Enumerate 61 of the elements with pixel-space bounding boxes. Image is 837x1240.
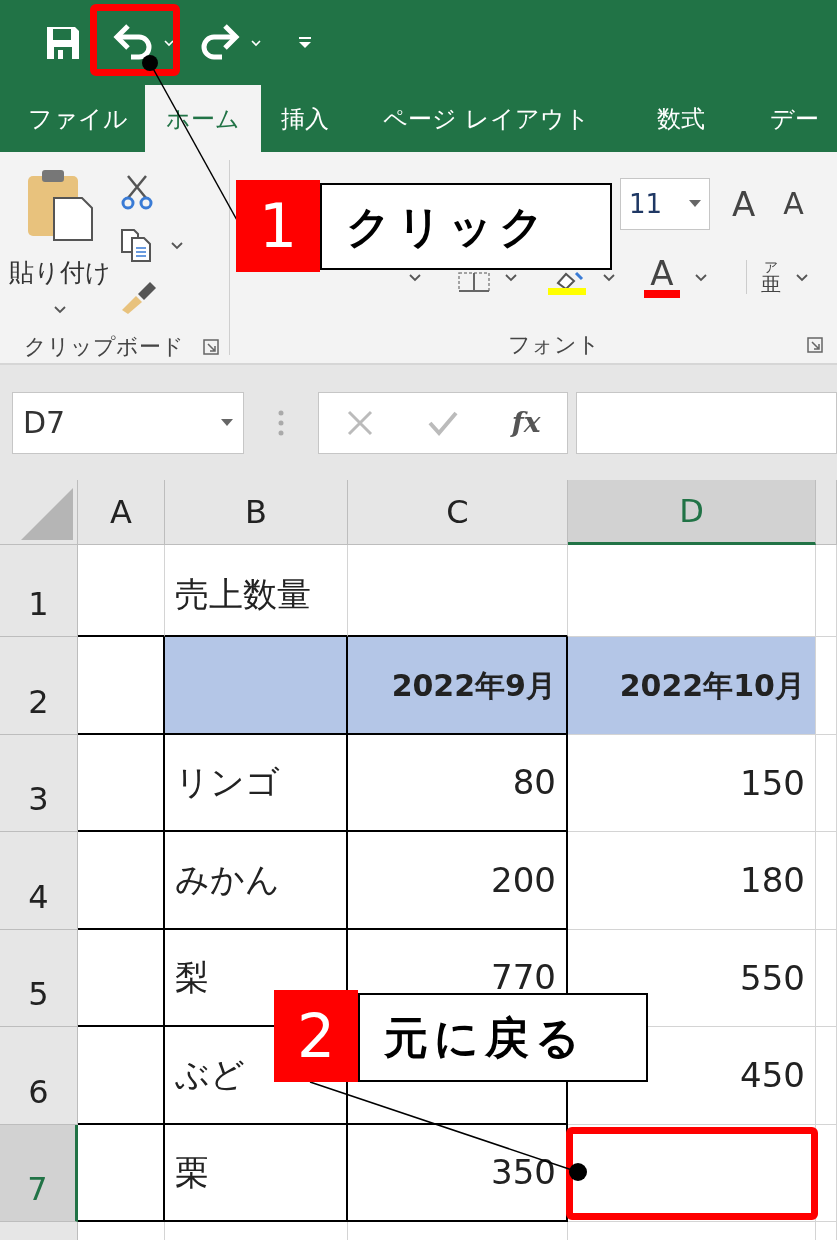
- table-cell: みかん: [165, 832, 348, 930]
- column-header[interactable]: D: [568, 480, 816, 545]
- caret-icon[interactable]: [163, 37, 175, 48]
- caret-icon[interactable]: [694, 272, 708, 282]
- ribbon-tab[interactable]: ファイル: [0, 85, 145, 152]
- ribbon-tab[interactable]: 数式: [623, 85, 738, 152]
- grip-icon: [278, 409, 284, 436]
- dialog-launcher-icon[interactable]: [807, 336, 823, 353]
- caret-icon[interactable]: [689, 200, 701, 208]
- save-icon[interactable]: [45, 24, 81, 61]
- ribbon-tab[interactable]: 挿入: [261, 85, 349, 152]
- scissors-icon[interactable]: [120, 174, 154, 210]
- step-badge: 1: [236, 180, 320, 272]
- table-cell: 2022年10月: [568, 637, 816, 735]
- table-cell: 80: [348, 735, 568, 832]
- group-label: フォント: [508, 331, 600, 359]
- row-header[interactable]: 4: [0, 832, 78, 930]
- caret-icon[interactable]: [221, 418, 233, 427]
- row-header[interactable]: 1: [0, 545, 78, 637]
- borders-icon[interactable]: [458, 272, 490, 292]
- highlight-icon[interactable]: [548, 271, 588, 295]
- row-header[interactable]: 7: [0, 1125, 78, 1222]
- caret-icon[interactable]: [602, 272, 616, 282]
- font-size-field[interactable]: 11: [620, 178, 710, 230]
- column-header[interactable]: C: [348, 480, 568, 545]
- column-header[interactable]: A: [78, 480, 165, 545]
- font-color-button[interactable]: A: [644, 256, 680, 298]
- formula-field[interactable]: [576, 391, 837, 454]
- ribbon-tab[interactable]: ページ レイアウト: [349, 85, 624, 152]
- name-box[interactable]: D7: [12, 391, 244, 454]
- caret-icon[interactable]: [53, 303, 67, 314]
- callout-label: 元に戻る: [358, 993, 648, 1082]
- row-header[interactable]: 6: [0, 1027, 78, 1125]
- font-shrink-button[interactable]: A: [779, 189, 816, 219]
- row-header[interactable]: 2: [0, 637, 78, 735]
- table-cell: 2022年9月: [348, 637, 568, 735]
- caret-icon[interactable]: [250, 37, 262, 48]
- font-grow-button[interactable]: A: [720, 187, 770, 221]
- caret-icon[interactable]: [795, 272, 809, 282]
- phonetic-button[interactable]: ア 亜: [746, 260, 781, 294]
- row-header[interactable]: 3: [0, 735, 78, 832]
- customize-icon[interactable]: [298, 35, 312, 50]
- group-label: クリップボード: [24, 333, 184, 361]
- table-cell: 200: [348, 832, 568, 930]
- column-header[interactable]: B: [165, 480, 348, 545]
- caret-icon[interactable]: [504, 272, 518, 282]
- paste-label[interactable]: 貼り付け: [9, 254, 111, 292]
- ribbon-tab[interactable]: デー: [737, 85, 837, 152]
- callout-label: クリック: [320, 183, 612, 270]
- caret-icon[interactable]: [408, 272, 422, 282]
- format-painter-icon[interactable]: [120, 280, 156, 314]
- copy-icon[interactable]: [120, 228, 152, 262]
- table-cell: 350: [348, 1125, 568, 1222]
- dialog-launcher-icon[interactable]: [203, 338, 219, 355]
- table-cell: リンゴ: [165, 735, 348, 832]
- table-cell: 栗: [165, 1125, 348, 1222]
- table-cell: 150: [568, 735, 816, 832]
- row-header[interactable]: 5: [0, 930, 78, 1027]
- table-cell: 180: [568, 832, 816, 930]
- caret-icon[interactable]: [170, 240, 184, 250]
- insert-function-button[interactable]: fx: [511, 401, 541, 444]
